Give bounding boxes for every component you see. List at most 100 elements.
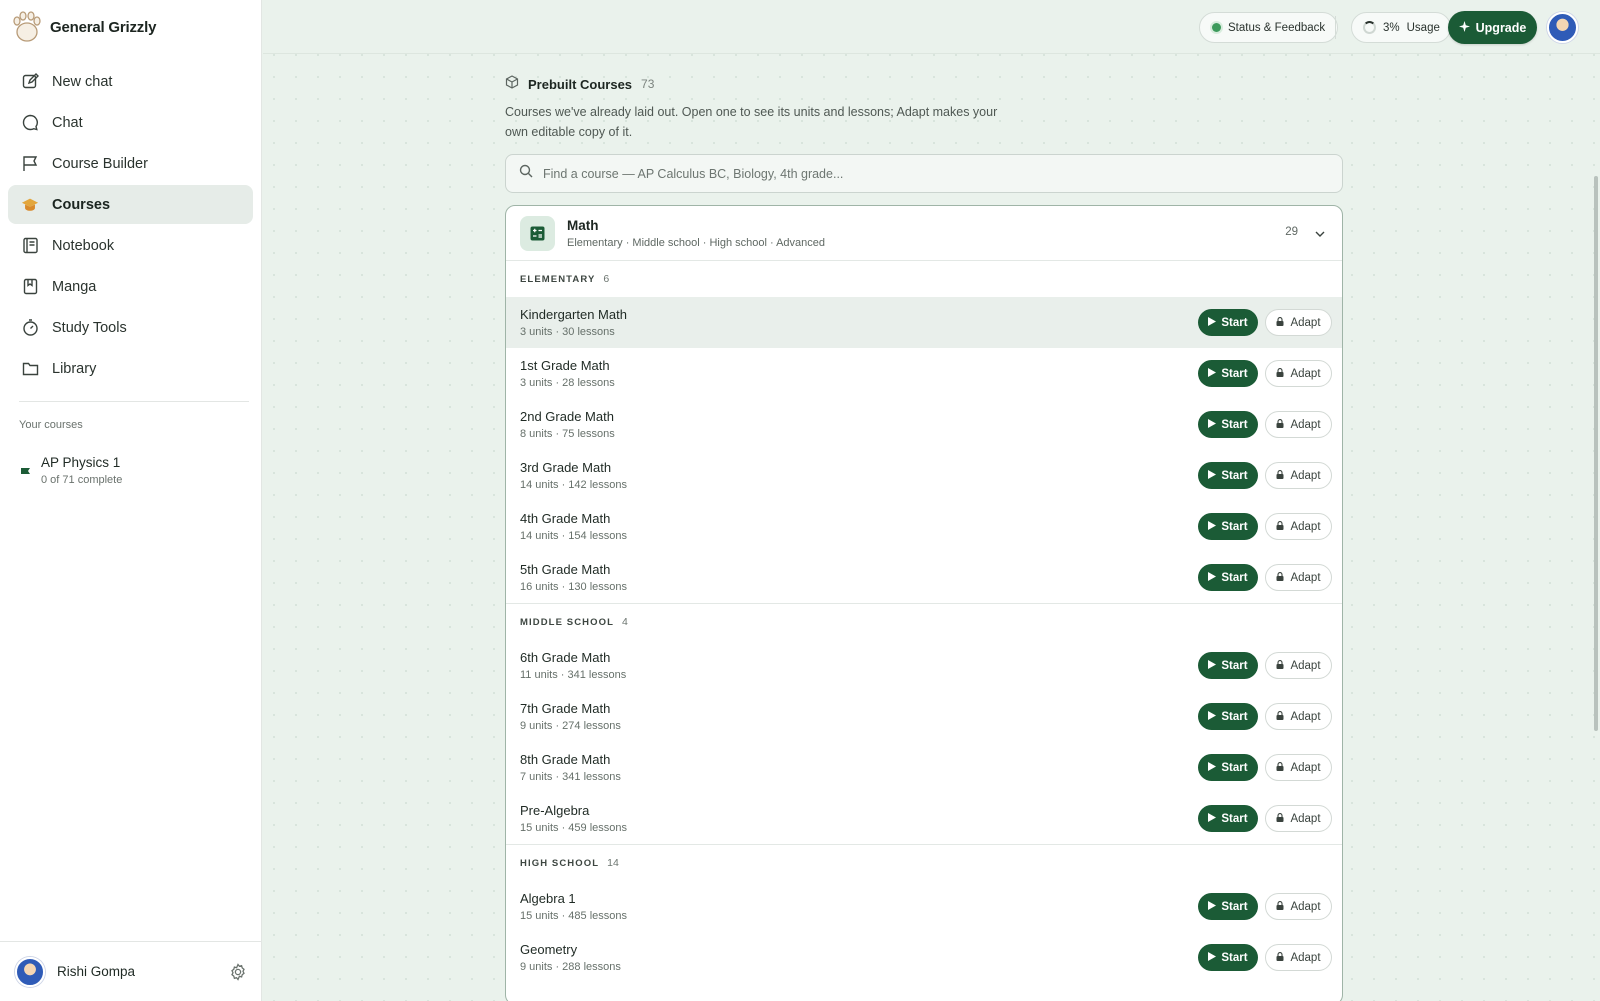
course-info: 1st Grade Math 3 units · 28 lessons bbox=[520, 358, 615, 389]
subject-header[interactable]: Math Elementary · Middle school · High s… bbox=[506, 206, 1342, 261]
profile-avatar[interactable] bbox=[1547, 12, 1578, 43]
course-title: 3rd Grade Math bbox=[520, 460, 612, 475]
sidebar-item-library[interactable]: Library bbox=[8, 349, 253, 388]
lock-icon bbox=[1276, 469, 1284, 482]
start-label: Start bbox=[1221, 316, 1248, 329]
prebuilt-courses-section: Prebuilt Courses 73 Courses we've alread… bbox=[505, 74, 1343, 1001]
course-row[interactable]: 3rd Grade Math 14 units · 142 lessons Star… bbox=[506, 450, 1342, 501]
course-row[interactable]: 8th Grade Math 7 units · 341 lessons Start… bbox=[506, 742, 1342, 793]
subject-course-count: 29 bbox=[1285, 226, 1298, 238]
start-button[interactable]: Start bbox=[1198, 309, 1258, 336]
adapt-label: Adapt bbox=[1290, 469, 1321, 482]
sidebar-item-label: Library bbox=[52, 360, 97, 377]
sidebar-item-chat[interactable]: Chat bbox=[8, 103, 253, 142]
adapt-label: Adapt bbox=[1290, 761, 1321, 774]
group-label: MIDDLE SCHOOL 4 bbox=[506, 604, 1342, 640]
course-row[interactable]: 1st Grade Math 3 units · 28 lessons Start A… bbox=[506, 348, 1342, 399]
start-label: Start bbox=[1221, 367, 1248, 380]
start-button[interactable]: Start bbox=[1198, 513, 1258, 540]
lock-icon bbox=[1276, 418, 1284, 431]
course-title: Kindergarten Math bbox=[520, 307, 627, 322]
course-row[interactable]: Pre-Algebra 15 units · 459 lessons Start Ad… bbox=[506, 793, 1342, 844]
subject-name: Math bbox=[567, 217, 599, 233]
course-row[interactable]: Kindergarten Math 3 units · 30 lessons Sta… bbox=[506, 297, 1342, 348]
group-name: HIGH SCHOOL bbox=[520, 857, 600, 869]
user-name: Rishi Gompa bbox=[57, 964, 136, 979]
sidebar: General Grizzly New chat Chat Course Bui… bbox=[0, 0, 262, 1001]
bear-paw-logo-icon bbox=[12, 10, 42, 44]
group-count: 4 bbox=[622, 616, 628, 628]
sidebar-item-course-builder[interactable]: Course Builder bbox=[8, 144, 253, 183]
play-icon bbox=[1208, 761, 1217, 774]
sidebar-item-notebook[interactable]: Notebook bbox=[8, 226, 253, 265]
start-button[interactable]: Start bbox=[1198, 652, 1258, 679]
adapt-button[interactable]: Adapt bbox=[1265, 652, 1332, 679]
your-course-item[interactable]: AP Physics 1 0 of 71 complete bbox=[20, 455, 122, 486]
your-courses-heading: Your courses bbox=[19, 419, 83, 431]
adapt-button[interactable]: Adapt bbox=[1265, 893, 1332, 920]
play-icon bbox=[1208, 710, 1217, 723]
adapt-button[interactable]: Adapt bbox=[1265, 805, 1332, 832]
adapt-button[interactable]: Adapt bbox=[1265, 703, 1332, 730]
chevron-down-icon[interactable] bbox=[1314, 227, 1326, 239]
course-row[interactable]: 4th Grade Math 14 units · 154 lessons Star… bbox=[506, 501, 1342, 552]
sidebar-item-courses[interactable]: Courses bbox=[8, 185, 253, 224]
avatar[interactable] bbox=[15, 956, 45, 987]
adapt-button[interactable]: Adapt bbox=[1265, 944, 1332, 971]
scrollbar-thumb[interactable] bbox=[1594, 176, 1598, 731]
status-feedback-button[interactable]: Status & Feedback bbox=[1199, 12, 1339, 43]
course-title: Pre-Algebra bbox=[520, 803, 590, 818]
adapt-button[interactable]: Adapt bbox=[1265, 309, 1332, 336]
flag-icon bbox=[21, 155, 39, 173]
lock-icon bbox=[1276, 951, 1284, 964]
course-title: 2nd Grade Math bbox=[520, 409, 614, 424]
start-label: Start bbox=[1221, 418, 1248, 431]
sidebar-item-study-tools[interactable]: Study Tools bbox=[8, 308, 253, 347]
start-button[interactable]: Start bbox=[1198, 360, 1258, 387]
start-label: Start bbox=[1221, 900, 1248, 913]
course-title: 6th Grade Math bbox=[520, 650, 611, 665]
adapt-button[interactable]: Adapt bbox=[1265, 564, 1332, 591]
adapt-button[interactable]: Adapt bbox=[1265, 513, 1332, 540]
course-row[interactable]: 2nd Grade Math 8 units · 75 lessons Start A… bbox=[506, 399, 1342, 450]
start-button[interactable]: Start bbox=[1198, 754, 1258, 781]
search-input[interactable] bbox=[543, 166, 1303, 181]
course-row[interactable]: Geometry 9 units · 288 lessons Start Adapt bbox=[506, 932, 1342, 983]
adapt-label: Adapt bbox=[1290, 951, 1321, 964]
sidebar-item-new-chat[interactable]: New chat bbox=[8, 62, 253, 101]
start-button[interactable]: Start bbox=[1198, 703, 1258, 730]
start-button[interactable]: Start bbox=[1198, 411, 1258, 438]
adapt-button[interactable]: Adapt bbox=[1265, 411, 1332, 438]
adapt-label: Adapt bbox=[1290, 367, 1321, 380]
course-info: Geometry 9 units · 288 lessons bbox=[520, 942, 621, 973]
start-label: Start bbox=[1221, 761, 1248, 774]
start-button[interactable]: Start bbox=[1198, 805, 1258, 832]
group-count: 6 bbox=[603, 273, 610, 285]
course-row[interactable]: 6th Grade Math 11 units · 341 lessons Star… bbox=[506, 640, 1342, 691]
course-row[interactable]: Algebra 1 15 units · 485 lessons Start Adap… bbox=[506, 881, 1342, 932]
start-button[interactable]: Start bbox=[1198, 893, 1258, 920]
start-label: Start bbox=[1221, 812, 1248, 825]
brand[interactable]: General Grizzly bbox=[12, 10, 156, 44]
play-icon bbox=[1208, 418, 1217, 431]
start-button[interactable]: Start bbox=[1198, 564, 1258, 591]
course-meta: 3 units · 28 lessons bbox=[520, 377, 615, 389]
adapt-label: Adapt bbox=[1290, 520, 1321, 533]
user-bar: Rishi Gompa bbox=[0, 941, 262, 1001]
usage-button[interactable]: 3% Usage bbox=[1351, 12, 1451, 43]
course-meta: 3 units · 30 lessons bbox=[520, 326, 615, 338]
gear-icon[interactable] bbox=[229, 963, 247, 981]
start-button[interactable]: Start bbox=[1198, 462, 1258, 489]
lock-icon bbox=[1276, 316, 1284, 329]
adapt-button[interactable]: Adapt bbox=[1265, 462, 1332, 489]
course-row[interactable]: 5th Grade Math 16 units · 130 lessons Star… bbox=[506, 552, 1342, 603]
upgrade-button[interactable]: Upgrade bbox=[1448, 11, 1537, 44]
adapt-label: Adapt bbox=[1290, 812, 1321, 825]
flag-icon bbox=[20, 465, 31, 478]
adapt-button[interactable]: Adapt bbox=[1265, 754, 1332, 781]
start-button[interactable]: Start bbox=[1198, 944, 1258, 971]
course-row[interactable]: 7th Grade Math 9 units · 274 lessons Start… bbox=[506, 691, 1342, 742]
adapt-button[interactable]: Adapt bbox=[1265, 360, 1332, 387]
sidebar-item-manga[interactable]: Manga bbox=[8, 267, 253, 306]
course-meta: 11 units · 341 lessons bbox=[520, 669, 627, 681]
